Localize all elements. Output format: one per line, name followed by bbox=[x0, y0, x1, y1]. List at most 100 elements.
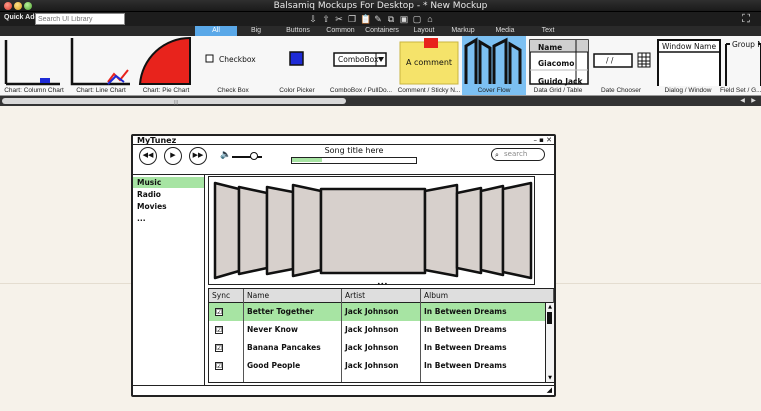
library-item-color-picker[interactable]: Color Picker bbox=[268, 36, 326, 95]
sidebar-item-radio[interactable]: Radio bbox=[133, 189, 204, 200]
cover-flow-art bbox=[213, 181, 533, 280]
sync-checkbox[interactable]: ☑ bbox=[215, 326, 223, 334]
color-picker-icon bbox=[268, 36, 326, 86]
library-item-text: / / bbox=[606, 56, 614, 65]
scroll-down-icon[interactable]: ▼ bbox=[546, 374, 554, 382]
column-header-name[interactable]: Name bbox=[244, 289, 342, 303]
library-item-pie-chart[interactable]: Chart: Pie Chart bbox=[134, 36, 198, 95]
song-progress-fill bbox=[292, 158, 322, 162]
cell-artist: Jack Johnson bbox=[345, 361, 399, 370]
cell-artist: Jack Johnson bbox=[345, 307, 399, 316]
song-grid: Sync Name Artist Album ☑ Better Together Jack… bbox=[208, 288, 555, 383]
library-item-field-set[interactable]: Group N Field Set / G... bbox=[720, 36, 761, 95]
edit-icon[interactable]: ✎ bbox=[373, 13, 383, 25]
export-icon[interactable]: ⇧ bbox=[321, 13, 331, 25]
cell-artist: Jack Johnson bbox=[345, 325, 399, 334]
tab-media[interactable]: Media bbox=[488, 26, 522, 36]
sync-checkbox[interactable]: ☑ bbox=[215, 344, 223, 352]
library-item-label: Dialog / Window bbox=[664, 87, 712, 94]
resize-handle-icon[interactable]: ◢ bbox=[547, 386, 552, 394]
library-item-cover-flow[interactable]: Cover Flow bbox=[462, 36, 526, 95]
table-row[interactable]: ☑ Good People Jack Johnson In Between Dream… bbox=[209, 357, 545, 375]
tab-layout[interactable]: Layout bbox=[408, 26, 440, 36]
grid-header: Sync Name Artist Album bbox=[209, 289, 554, 303]
rewind-icon: ◀◀ bbox=[142, 151, 154, 159]
tab-all[interactable]: All bbox=[195, 26, 237, 36]
column-header-sync[interactable]: Sync bbox=[209, 289, 244, 303]
library-item-label: Check Box bbox=[217, 87, 249, 94]
sync-checkbox[interactable]: ☑ bbox=[215, 362, 223, 370]
import-icon[interactable]: ⇩ bbox=[308, 13, 318, 25]
table-row[interactable]: ☑ Never Know Jack Johnson In Between Dreams bbox=[209, 321, 545, 339]
library-item-line-chart[interactable]: Chart: Line Chart bbox=[68, 36, 134, 95]
sync-checkbox[interactable]: ☑ bbox=[215, 308, 223, 316]
grid-scroll-thumb[interactable] bbox=[547, 312, 552, 324]
scroll-right-icon[interactable]: ▶ bbox=[749, 97, 758, 105]
library-item-text: Group N bbox=[732, 40, 761, 49]
song-title: Song title here bbox=[324, 146, 384, 155]
cover-flow[interactable]: ••• bbox=[208, 176, 535, 288]
fast-forward-icon: ▶▶ bbox=[192, 151, 204, 159]
sidebar-item-music[interactable]: Music bbox=[133, 177, 204, 188]
column-header-album[interactable]: Album bbox=[421, 289, 554, 303]
cover-flow-grip-icon[interactable]: ••• bbox=[377, 282, 388, 288]
sidebar-item-movies[interactable]: Movies bbox=[133, 201, 204, 212]
mockup-canvas[interactable]: MyTunez – ▪ ✕ ◀◀ ▶ ▶▶ 🔈 Song title here … bbox=[0, 106, 761, 411]
rewind-button[interactable]: ◀◀ bbox=[139, 147, 157, 165]
footer-divider bbox=[133, 385, 554, 386]
scroll-up-icon[interactable]: ▲ bbox=[546, 303, 554, 311]
volume-slider-knob[interactable] bbox=[250, 152, 258, 160]
search-placeholder: search bbox=[504, 150, 528, 158]
sticky-note-text: A comment bbox=[406, 58, 453, 67]
library-item-dialog[interactable]: Window Name Dialog / Window bbox=[652, 36, 724, 95]
quick-add-search-input[interactable] bbox=[35, 13, 125, 25]
library-item-combobox[interactable]: ComboBox ComboBox / PullDo... bbox=[326, 36, 396, 95]
tab-common[interactable]: Common bbox=[322, 26, 359, 36]
lock-icon[interactable]: ⌂ bbox=[425, 13, 435, 25]
paste-icon[interactable]: 📋 bbox=[360, 13, 371, 25]
table-row[interactable]: ☑ Banana Pancakes Jack Johnson In Between D… bbox=[209, 339, 545, 357]
tab-buttons[interactable]: Buttons bbox=[281, 26, 315, 36]
group-icon[interactable]: ▣ bbox=[399, 13, 409, 25]
library-item-text: Window Name bbox=[662, 42, 717, 51]
fullscreen-icon[interactable]: ⛶ bbox=[739, 13, 753, 25]
library-item-label: Data Grid / Table bbox=[533, 87, 583, 94]
library-item-sticky-note[interactable]: A comment Comment / Sticky N... bbox=[396, 36, 462, 95]
fast-forward-button[interactable]: ▶▶ bbox=[189, 147, 207, 165]
line-chart-icon bbox=[68, 36, 134, 86]
ungroup-icon[interactable]: ▢ bbox=[412, 13, 422, 25]
ui-library-strip: Chart: Column Chart Chart: Line Chart Char… bbox=[0, 36, 761, 96]
column-header-artist[interactable]: Artist bbox=[342, 289, 421, 303]
library-item-label: Field Set / G... bbox=[720, 87, 761, 94]
library-item-text: ComboBox bbox=[338, 55, 379, 64]
cell-album: In Between Dreams bbox=[424, 343, 507, 352]
mytunez-mockup[interactable]: MyTunez – ▪ ✕ ◀◀ ▶ ▶▶ 🔈 Song title here … bbox=[131, 134, 556, 397]
tab-markup[interactable]: Markup bbox=[444, 26, 482, 36]
library-scrollbar[interactable]: ||| ◀ ▶ bbox=[0, 96, 761, 106]
tab-text[interactable]: Text bbox=[529, 26, 567, 36]
sidebar-list: Music Radio Movies... bbox=[133, 175, 205, 385]
data-grid-cell: Name bbox=[538, 43, 563, 52]
cut-icon[interactable]: ✂ bbox=[334, 13, 344, 25]
copy-icon[interactable]: ❐ bbox=[347, 13, 357, 25]
table-row[interactable]: ☑ Better Together Jack Johnson In Between D… bbox=[209, 303, 545, 321]
library-item-label: Date Chooser bbox=[600, 87, 642, 94]
tab-big[interactable]: Big bbox=[237, 26, 275, 36]
grid-scrollbar[interactable]: ▲ ▼ bbox=[545, 303, 554, 382]
play-icon: ▶ bbox=[170, 151, 176, 159]
library-scroll-thumb[interactable]: ||| bbox=[2, 98, 346, 106]
tab-containers[interactable]: Containers bbox=[360, 26, 404, 36]
sidebar-item-more[interactable]: ... bbox=[133, 213, 204, 224]
scroll-left-icon[interactable]: ◀ bbox=[738, 97, 747, 105]
library-item-date-chooser[interactable]: / / Date Chooser bbox=[590, 36, 652, 95]
search-input[interactable]: ⌕ search bbox=[491, 148, 545, 161]
duplicate-icon[interactable]: ⧉ bbox=[386, 13, 396, 25]
song-progress-bar[interactable] bbox=[291, 157, 417, 164]
library-item-checkbox[interactable]: Checkbox Check Box bbox=[198, 36, 268, 95]
library-item-column-chart[interactable]: Chart: Column Chart bbox=[0, 36, 68, 95]
search-icon: ⌕ bbox=[495, 151, 499, 159]
library-item-label: Cover Flow bbox=[477, 87, 511, 94]
library-item-data-grid[interactable]: Name Giacomo Guido Jack Data Grid / Table bbox=[526, 36, 590, 95]
play-button[interactable]: ▶ bbox=[164, 147, 182, 165]
mockup-window-buttons-icon: – ▪ ✕ bbox=[533, 136, 552, 144]
